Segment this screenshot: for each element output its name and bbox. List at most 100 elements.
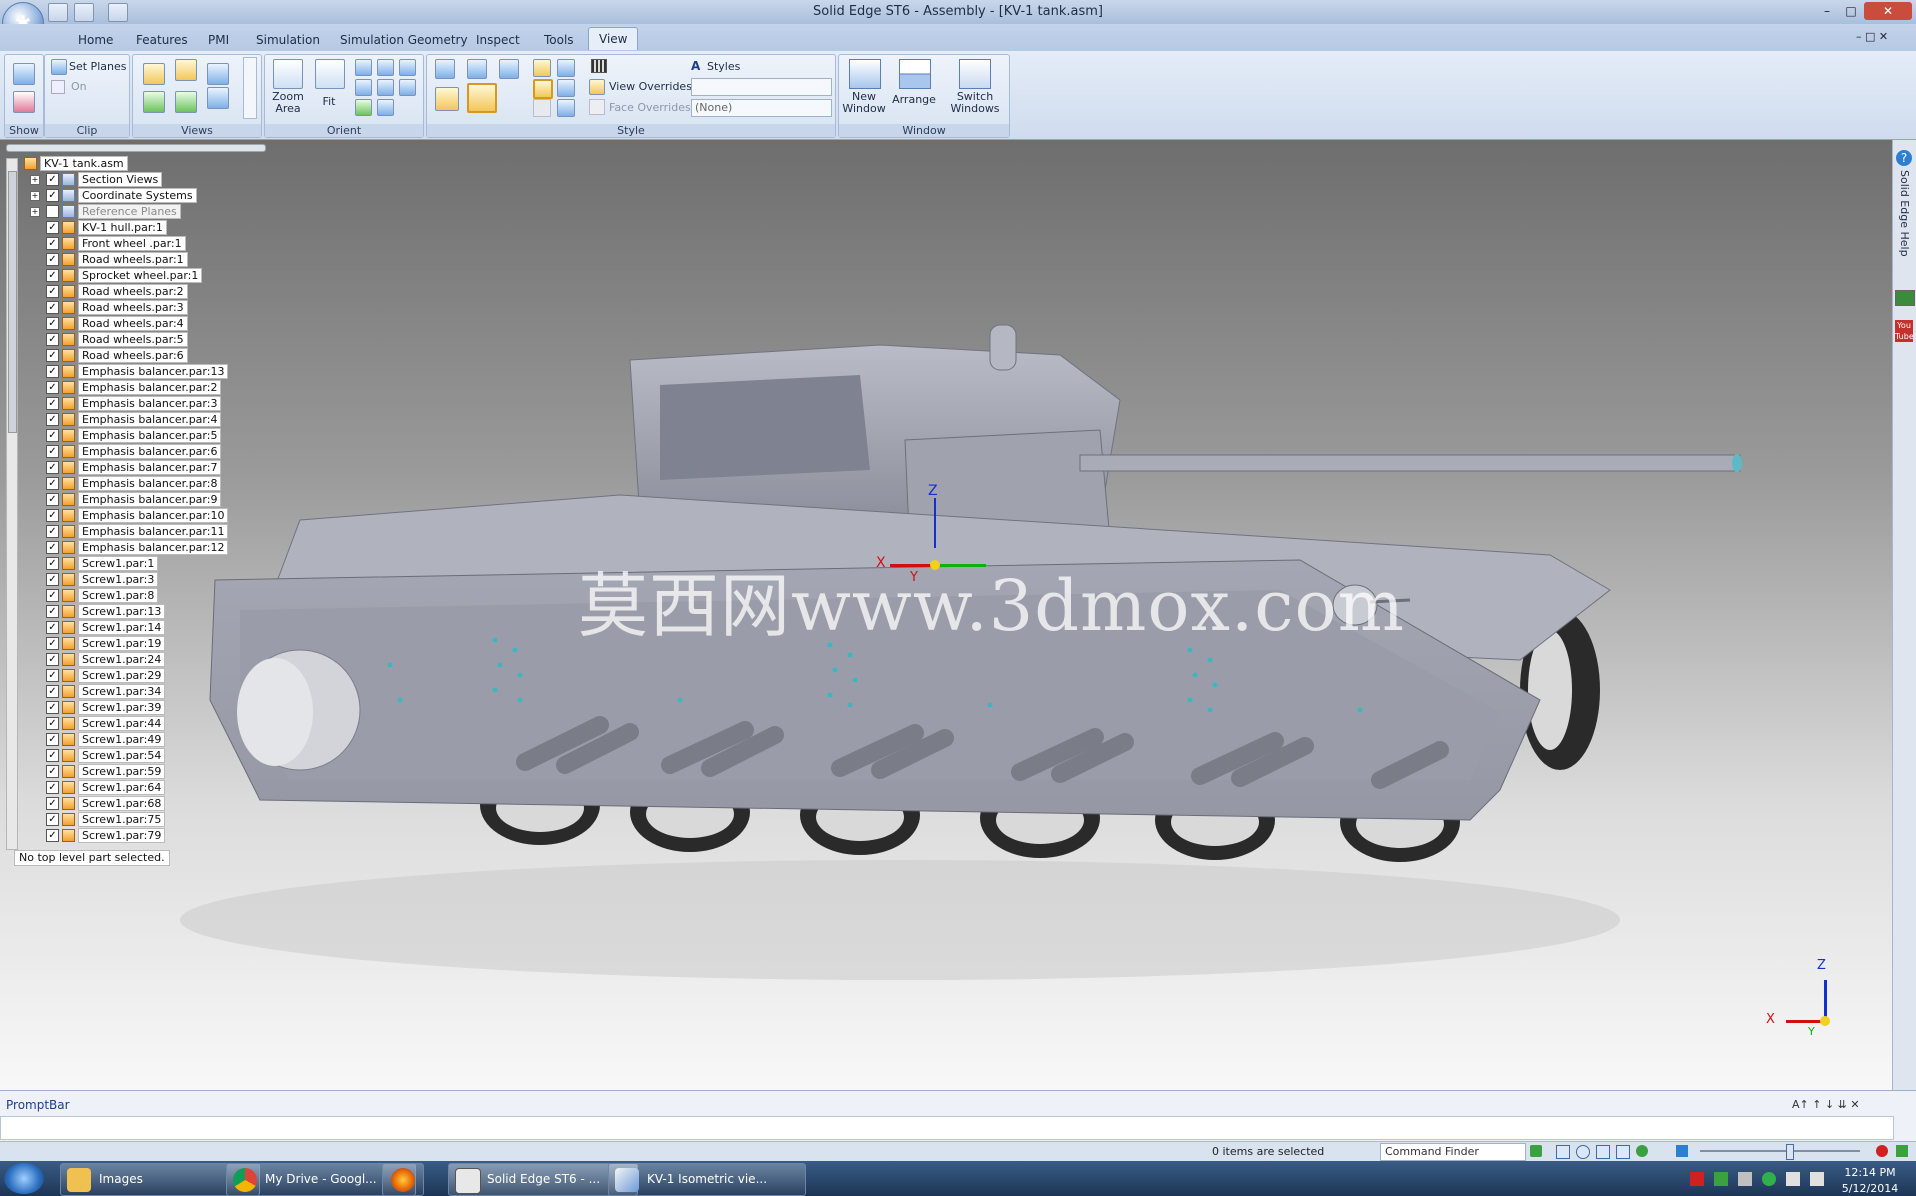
visibility-checkbox[interactable]: ✓ [46, 237, 59, 250]
close-button[interactable]: ✕ [1864, 2, 1912, 20]
share-icon[interactable] [1896, 1145, 1908, 1157]
show-hide-icon[interactable] [13, 91, 35, 113]
tree-item[interactable]: ✓ Emphasis balancer.par:7 [6, 460, 268, 475]
tree-item[interactable]: ✓ Screw1.par:24 [6, 652, 268, 667]
visibility-checkbox[interactable]: ✓ [46, 381, 59, 394]
tree-item-label[interactable]: Screw1.par:49 [78, 732, 166, 747]
visibility-checkbox[interactable]: ✓ [46, 445, 59, 458]
tree-item-label[interactable]: Screw1.par:68 [78, 796, 166, 811]
tree-item-label[interactable]: Emphasis balancer.par:13 [78, 364, 229, 379]
shading-box-icon[interactable] [435, 87, 459, 111]
new-window-icon[interactable] [849, 59, 881, 89]
visibility-checkbox[interactable]: ✓ [46, 605, 59, 618]
visibility-checkbox[interactable]: ✓ [46, 557, 59, 570]
tree-item-label[interactable]: Screw1.par:13 [78, 604, 166, 619]
lighting-icon[interactable] [557, 59, 575, 77]
zoom-area-button[interactable]: Zoom Area [269, 91, 307, 115]
tree-item[interactable]: ✓ Screw1.par:3 [6, 572, 268, 587]
tree-item[interactable]: ✓ Emphasis balancer.par:12 [6, 540, 268, 555]
tree-item[interactable]: ✓ Screw1.par:68 [6, 796, 268, 811]
view-front-icon[interactable] [143, 91, 165, 113]
tree-item[interactable]: ✓ Screw1.par:79 [6, 828, 268, 843]
visibility-checkbox[interactable]: ✓ [46, 349, 59, 362]
clock-date[interactable]: 5/12/2014 [1840, 1182, 1900, 1195]
help-icon[interactable]: ? [1896, 150, 1912, 166]
tree-item-label[interactable]: Emphasis balancer.par:11 [78, 524, 229, 539]
rotate-status-icon[interactable] [1636, 1145, 1648, 1157]
tree-item-label[interactable]: Screw1.par:24 [78, 652, 166, 667]
tree-item-label[interactable]: Screw1.par:44 [78, 716, 166, 731]
help-tab[interactable]: Solid Edge Help [1897, 170, 1911, 310]
save-icon[interactable] [48, 3, 68, 22]
switch-windows-icon[interactable] [959, 59, 991, 89]
tab-view[interactable]: View [588, 27, 639, 50]
tree-item[interactable]: ✓ Emphasis balancer.par:4 [6, 412, 268, 427]
tree-item-label[interactable]: Road wheels.par:1 [78, 252, 188, 267]
promptbar-controls[interactable]: A↑ ↑ ↓ ⇊ ✕ [1792, 1098, 1860, 1111]
tab-simulation[interactable]: Simulation [254, 29, 322, 51]
sphere-icon[interactable] [557, 79, 575, 97]
grid-icon[interactable] [591, 59, 607, 73]
visibility-checkbox[interactable]: ✓ [46, 301, 59, 314]
tray-network-icon[interactable] [1714, 1172, 1728, 1186]
undo-icon[interactable] [74, 3, 94, 22]
tray-monitor-icon[interactable] [1786, 1172, 1800, 1186]
set-planes-button[interactable]: Set Planes [69, 60, 126, 73]
minimize-button[interactable]: – [1816, 2, 1838, 20]
tree-item-label[interactable]: Screw1.par:79 [78, 828, 166, 843]
tree-item-label[interactable]: Screw1.par:14 [78, 620, 166, 635]
tree-item-label[interactable]: Emphasis balancer.par:6 [78, 444, 222, 459]
visibility-checkbox[interactable]: ✓ [46, 797, 59, 810]
shaded-edges-icon[interactable] [467, 59, 487, 79]
taskbar-item-firefox[interactable] [382, 1163, 424, 1196]
tree-item-label[interactable]: KV-1 hull.par:1 [78, 220, 167, 235]
visibility-checkbox[interactable]: ✓ [46, 429, 59, 442]
redo-icon[interactable] [108, 3, 128, 22]
zoom-status-icon[interactable] [1576, 1145, 1590, 1159]
tree-item[interactable]: ✓ Screw1.par:44 [6, 716, 268, 731]
tree-item-label[interactable]: Screw1.par:34 [78, 684, 166, 699]
visibility-checkbox[interactable]: ✓ [46, 397, 59, 410]
visibility-checkbox[interactable]: ✓ [46, 333, 59, 346]
new-window-button[interactable]: New Window [841, 91, 887, 115]
library-icon[interactable] [1895, 290, 1915, 306]
tree-item-label[interactable]: Road wheels.par:3 [78, 300, 188, 315]
visibility-checkbox[interactable]: ✓ [46, 221, 59, 234]
clock-time[interactable]: 12:14 PM [1840, 1166, 1900, 1179]
view-iso-icon[interactable] [143, 63, 165, 85]
view-right-icon[interactable] [207, 63, 229, 85]
tree-item[interactable]: ✓ Emphasis balancer.par:11 [6, 524, 268, 539]
styles-button[interactable]: Styles [707, 60, 740, 73]
ribbon-window-controls[interactable]: – □ ✕ [1856, 30, 1888, 43]
shading-edges-box-icon[interactable] [467, 83, 497, 113]
command-finder-input[interactable]: Command Finder [1380, 1143, 1526, 1161]
tree-item[interactable]: ✓ Road wheels.par:5 [6, 332, 268, 347]
tree-item[interactable]: ✓ Emphasis balancer.par:3 [6, 396, 268, 411]
show-icon[interactable] [13, 63, 35, 85]
tree-item-label[interactable]: Screw1.par:75 [78, 812, 166, 827]
tree-item-label[interactable]: Road wheels.par:6 [78, 348, 188, 363]
face-overrides-select[interactable]: (None) [691, 99, 832, 117]
record-icon[interactable] [1876, 1145, 1888, 1157]
views-scroll[interactable] [243, 57, 257, 119]
visibility-checkbox[interactable]: ✓ [46, 733, 59, 746]
view-dimetric-icon[interactable] [175, 59, 197, 81]
tab-home[interactable]: Home [76, 29, 115, 51]
zoom-area-icon[interactable] [273, 59, 303, 89]
sketch-view-icon[interactable] [399, 79, 416, 96]
tree-item-label[interactable]: Screw1.par:59 [78, 764, 166, 779]
tree-item[interactable]: ✓ Screw1.par:64 [6, 780, 268, 795]
tree-item-label[interactable]: Emphasis balancer.par:9 [78, 492, 222, 507]
tree-item[interactable]: ✓ Emphasis balancer.par:10 [6, 508, 268, 523]
wireframe-icon[interactable] [499, 59, 519, 79]
promptbar-input[interactable] [0, 1116, 1894, 1140]
visibility-checkbox[interactable]: ✓ [46, 365, 59, 378]
tree-item[interactable]: ✓ Road wheels.par:1 [6, 252, 268, 267]
go-icon[interactable] [1530, 1145, 1542, 1157]
tree-item[interactable]: ✓ Road wheels.par:6 [6, 348, 268, 363]
tray-app-icon[interactable] [1738, 1172, 1752, 1186]
tree-item-label[interactable]: Screw1.par:19 [78, 636, 166, 651]
visibility-checkbox[interactable]: ✓ [46, 413, 59, 426]
tree-item[interactable]: ✓ Emphasis balancer.par:8 [6, 476, 268, 491]
visibility-checkbox[interactable] [46, 205, 59, 218]
